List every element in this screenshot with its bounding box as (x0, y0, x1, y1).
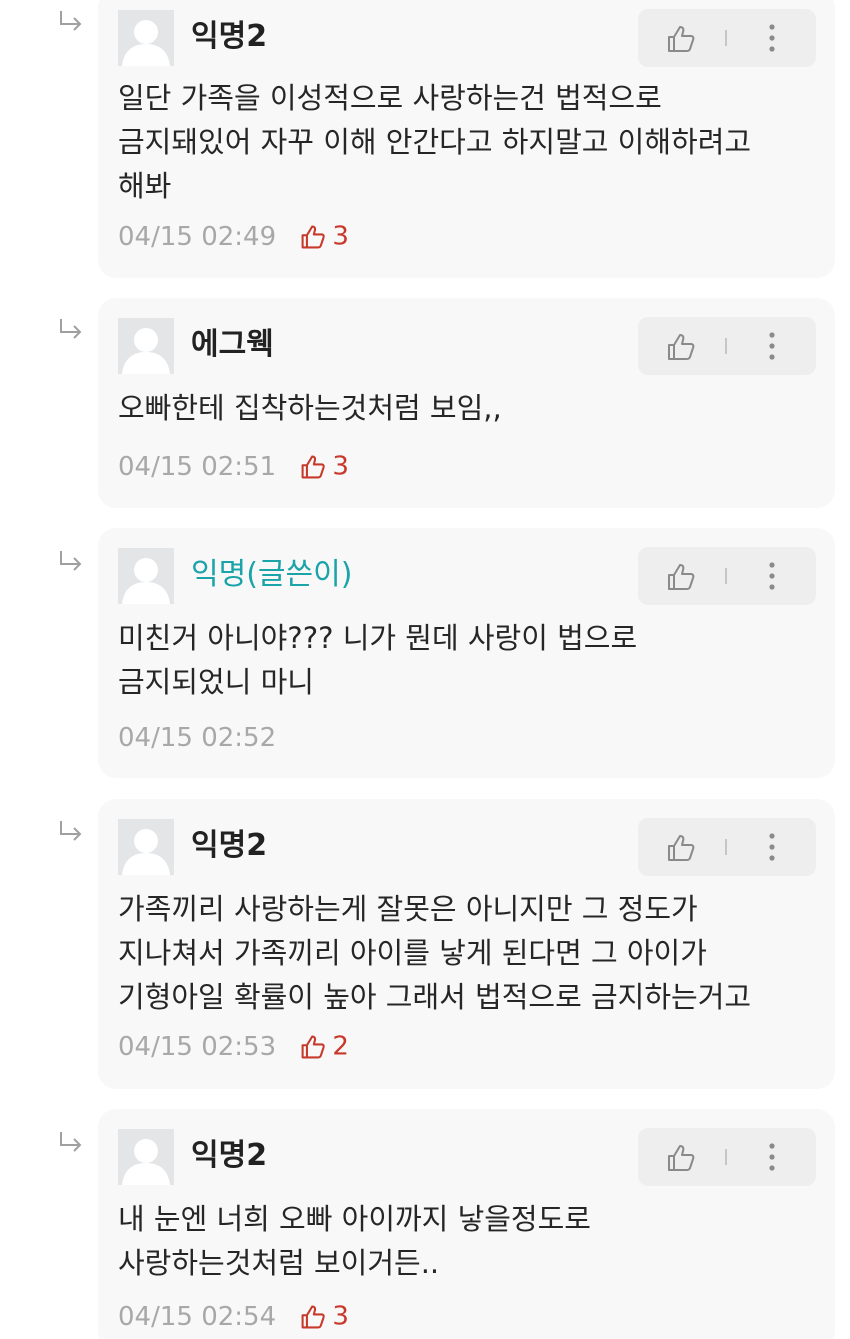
more-vertical-icon[interactable] (758, 330, 786, 362)
comment-bubble: 익명2 내 눈엔 너희 오빠 아이까지 낳을정도로 사랑하는것처럼 보이거든..… (98, 1109, 835, 1339)
like-count-value: 3 (332, 1301, 349, 1332)
like-count: 3 (300, 448, 349, 485)
avatar[interactable] (118, 10, 174, 66)
comment-actions (638, 547, 816, 605)
comment-time: 04/15 02:49 (118, 221, 277, 252)
comment-text-line: 일단 가족을 이성적으로 사랑하는건 법적으로 (118, 81, 662, 115)
reply-arrow-icon (60, 551, 82, 571)
default-avatar-icon (122, 829, 170, 875)
comment-author-writer[interactable]: 익명(글쓴이) (191, 555, 352, 595)
comment-text-line: 오빠한테 집착하는것처럼 보임,, (118, 391, 502, 425)
default-avatar-icon (122, 558, 170, 604)
comment-text: 내 눈엔 너희 오빠 아이까지 낳을정도로 사랑하는것처럼 보이거든.. (118, 1197, 828, 1285)
thumbs-up-icon (301, 225, 326, 249)
default-avatar-icon (122, 328, 170, 374)
action-divider (725, 1149, 727, 1165)
comment-bubble: 익명2 일단 가족을 이성적으로 사랑하는건 법적으로 금지돼있어 자꾸 이해 … (98, 0, 835, 278)
more-vertical-icon[interactable] (758, 831, 786, 863)
reply-arrow-icon (60, 11, 82, 31)
action-divider (725, 839, 727, 855)
comment-text-line: 미친거 아니야??? 니가 뭔데 사랑이 법으로 (118, 621, 638, 655)
comment-actions (638, 1128, 816, 1186)
thumbs-up-icon[interactable] (666, 1143, 696, 1173)
thumbs-up-icon[interactable] (666, 24, 696, 54)
comment-time: 04/15 02:51 (118, 451, 277, 482)
default-avatar-icon (122, 20, 170, 66)
thumbs-up-icon (301, 1035, 326, 1059)
thumbs-up-icon[interactable] (666, 833, 696, 863)
like-count-value: 2 (332, 1031, 349, 1062)
comment-actions (638, 317, 816, 375)
comment-meta: 04/15 02:54 3 (118, 1298, 349, 1334)
more-vertical-icon[interactable] (758, 560, 786, 592)
action-divider (725, 30, 727, 46)
thumbs-up-icon (301, 1305, 326, 1329)
comment-time: 04/15 02:53 (118, 1031, 277, 1062)
comment-actions (638, 818, 816, 876)
comment-meta: 04/15 02:53 2 (118, 1028, 349, 1064)
more-vertical-icon[interactable] (758, 22, 786, 54)
comment-time: 04/15 02:54 (118, 1301, 277, 1332)
comment-bubble: 익명(글쓴이) 미친거 아니야??? 니가 뭔데 사랑이 법으로 금지되었니 마… (98, 528, 835, 778)
more-vertical-icon[interactable] (758, 1141, 786, 1173)
thumbs-up-icon[interactable] (666, 332, 696, 362)
comment-text: 미친거 아니야??? 니가 뭔데 사랑이 법으로 금지되었니 마니 (118, 616, 828, 704)
comment-text: 일단 가족을 이성적으로 사랑하는건 법적으로 금지돼있어 자꾸 이해 안간다고… (118, 76, 828, 208)
comment-text-line: 내 눈엔 너희 오빠 아이까지 낳을정도로 (118, 1202, 591, 1236)
comment-meta: 04/15 02:51 3 (118, 448, 349, 484)
comment-bubble: 에그웩 오빠한테 집착하는것처럼 보임,, 04/15 02:51 3 (98, 298, 835, 508)
comment-meta: 04/15 02:52 (118, 719, 276, 755)
action-divider (725, 338, 727, 354)
comment-text-line: 사랑하는것처럼 보이거든.. (118, 1246, 440, 1280)
like-count-value: 3 (332, 451, 349, 482)
like-count-value: 3 (332, 221, 349, 252)
comment-author[interactable]: 익명2 (191, 1136, 267, 1176)
like-count: 2 (300, 1028, 349, 1065)
default-avatar-icon (122, 1139, 170, 1185)
reply-arrow-icon (60, 821, 82, 841)
comment-text-line: 지나쳐서 가족끼리 아이를 낳게 된다면 그 아이가 (118, 936, 707, 970)
action-divider (725, 568, 727, 584)
comment-text-line: 해봐 (118, 169, 172, 203)
reply-arrow-icon (60, 319, 82, 339)
comment-meta: 04/15 02:49 3 (118, 218, 349, 254)
comment-time: 04/15 02:52 (118, 722, 277, 753)
comment-author[interactable]: 에그웩 (191, 325, 274, 365)
comment-actions (638, 9, 816, 67)
comment-text-line: 금지되었니 마니 (118, 665, 314, 699)
comment-text-line: 기형아일 확률이 높아 그래서 법적으로 금지하는거고 (118, 980, 752, 1014)
comment-text: 오빠한테 집착하는것처럼 보임,, (118, 386, 828, 430)
comment-text-line: 금지돼있어 자꾸 이해 안간다고 하지말고 이해하려고 (118, 125, 752, 159)
reply-arrow-icon (60, 1132, 82, 1152)
avatar[interactable] (118, 1129, 174, 1185)
thumbs-up-icon (301, 455, 326, 479)
comment-thread: 익명2 일단 가족을 이성적으로 사랑하는건 법적으로 금지돼있어 자꾸 이해 … (0, 0, 850, 1339)
avatar[interactable] (118, 318, 174, 374)
comment-author[interactable]: 익명2 (191, 17, 267, 57)
comment-author[interactable]: 익명2 (191, 826, 267, 866)
like-count: 3 (300, 1298, 349, 1335)
comment-text: 가족끼리 사랑하는게 잘못은 아니지만 그 정도가 지나쳐서 가족끼리 아이를 … (118, 887, 828, 1019)
comment-text-line: 가족끼리 사랑하는게 잘못은 아니지만 그 정도가 (118, 892, 698, 926)
like-count: 3 (300, 218, 349, 255)
comment-bubble: 익명2 가족끼리 사랑하는게 잘못은 아니지만 그 정도가 지나쳐서 가족끼리 … (98, 799, 835, 1089)
avatar[interactable] (118, 548, 174, 604)
avatar[interactable] (118, 819, 174, 875)
thumbs-up-icon[interactable] (666, 562, 696, 592)
